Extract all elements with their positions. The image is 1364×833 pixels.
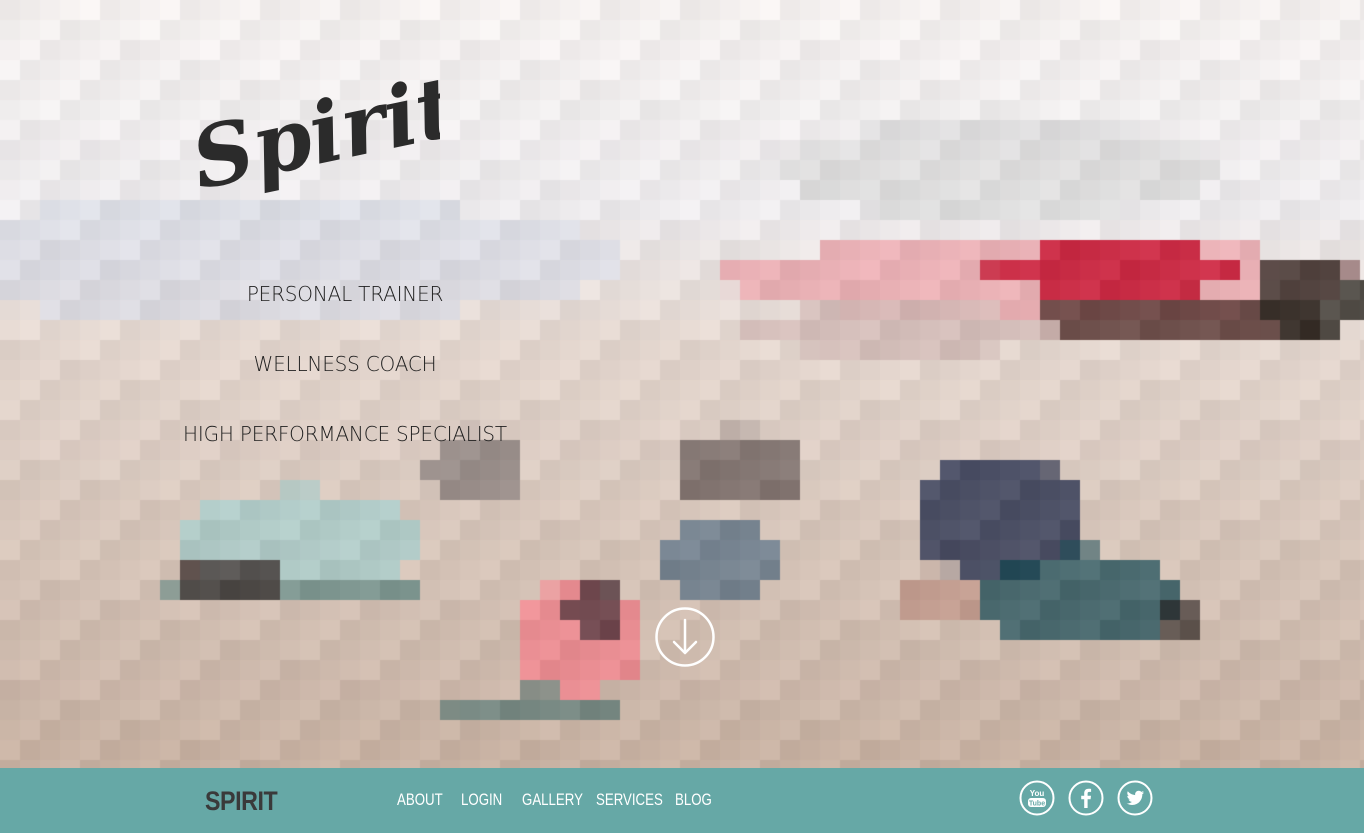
tagline-personal-trainer: PERSONAL TRAINER: [246, 282, 444, 306]
youtube-icon[interactable]: You Tube: [1019, 780, 1055, 816]
hero-section: Spirit PERSONAL TRAINER WELLNESS COACH H…: [0, 0, 1364, 768]
tagline-wellness-coach: WELLNESS COACH: [253, 352, 437, 376]
spirit-script-logo: Spirit: [190, 62, 440, 197]
twitter-icon[interactable]: [1117, 780, 1153, 816]
facebook-icon[interactable]: [1068, 780, 1104, 816]
nav-link-login[interactable]: LOGIN: [461, 790, 502, 810]
nav-link-services[interactable]: SERVICES: [596, 790, 663, 810]
nav-link-blog[interactable]: BLOG: [675, 790, 712, 810]
footer-bar: SPIRIT ABOUT LOGIN GALLERY SERVICES BLOG…: [0, 768, 1364, 833]
nav-link-gallery[interactable]: GALLERY: [522, 790, 583, 810]
svg-text:You: You: [1030, 789, 1045, 798]
svg-text:Spirit: Spirit: [190, 62, 440, 197]
tagline-high-performance-specialist: HIGH PERFORMANCE SPECIALIST: [183, 422, 507, 446]
nav-link-about[interactable]: ABOUT: [397, 790, 443, 810]
footer-brand-logo[interactable]: SPIRIT: [205, 786, 278, 817]
svg-text:Tube: Tube: [1029, 801, 1045, 808]
scroll-down-arrow-icon[interactable]: [654, 606, 716, 668]
